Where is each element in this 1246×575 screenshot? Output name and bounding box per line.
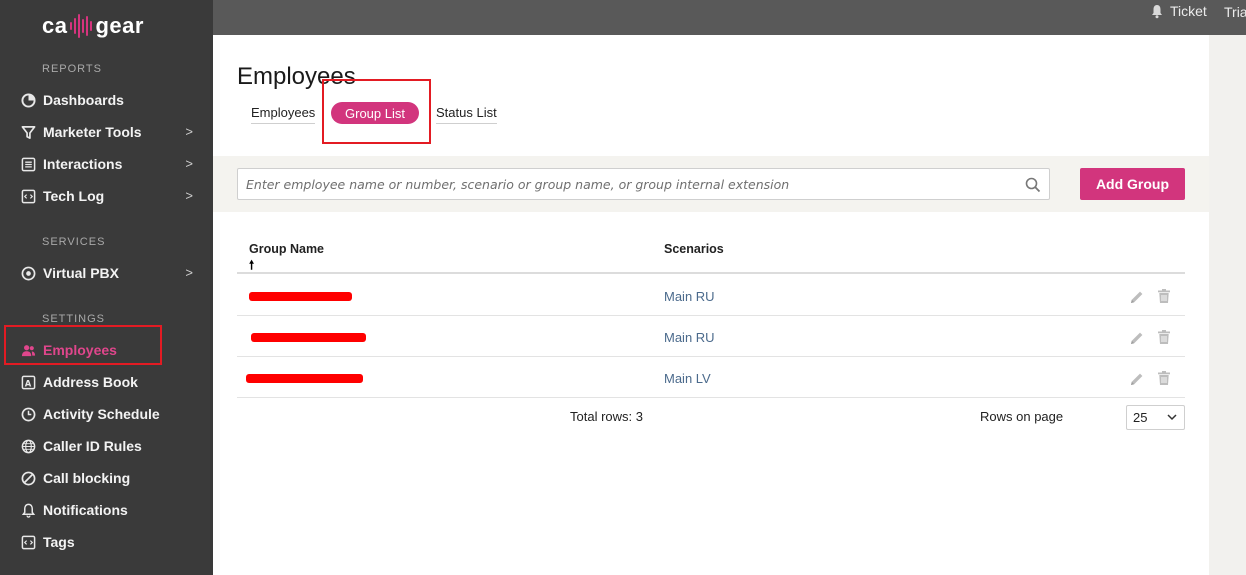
trial-label[interactable]: Tria <box>1224 4 1246 20</box>
sidebar-item-call-blocking[interactable]: Call blocking <box>0 464 213 492</box>
section-services: SERVICES <box>42 236 106 248</box>
search-icon[interactable] <box>1025 177 1041 198</box>
sidebar-item-marketer-tools[interactable]: Marketer Tools > <box>0 118 213 146</box>
add-group-button[interactable]: Add Group <box>1080 168 1185 200</box>
chevron-right-icon: > <box>185 124 193 139</box>
delete-trash-icon[interactable] <box>1157 370 1171 391</box>
pie-chart-icon <box>20 92 36 108</box>
section-settings: SETTINGS <box>42 313 106 325</box>
header-divider <box>237 272 1185 274</box>
svg-text:A: A <box>24 378 31 388</box>
row-divider <box>237 397 1185 398</box>
right-gutter <box>1209 35 1246 575</box>
list-icon <box>20 156 36 172</box>
edit-pencil-icon[interactable] <box>1129 371 1145 392</box>
sidebar-item-label: Activity Schedule <box>43 406 160 422</box>
search-field <box>237 168 1050 200</box>
rows-on-page-label: Rows on page <box>980 409 1064 424</box>
page-title: Employees <box>237 63 356 90</box>
chevron-right-icon: > <box>185 156 193 171</box>
sidebar-item-caller-id-rules[interactable]: Caller ID Rules <box>0 432 213 460</box>
bell-icon <box>20 502 36 518</box>
sidebar-item-label: Address Book <box>43 374 138 390</box>
sidebar-item-label: Employees <box>43 342 117 358</box>
sidebar: ca gear REPORTS Dashboards Marketer Tool… <box>0 0 213 575</box>
code-file-icon <box>20 188 36 204</box>
sidebar-item-address-book[interactable]: A Address Book <box>0 368 213 396</box>
address-book-icon: A <box>20 374 36 390</box>
edit-pencil-icon[interactable] <box>1129 330 1145 351</box>
row-divider <box>237 315 1185 316</box>
sidebar-item-label: Interactions <box>43 156 123 172</box>
rows-on-page-value: 25 <box>1133 410 1148 425</box>
sidebar-item-tech-log[interactable]: Tech Log > <box>0 182 213 210</box>
chevron-right-icon: > <box>185 188 193 203</box>
redacted-group-name <box>251 333 366 342</box>
filter-icon <box>20 124 36 140</box>
logo-text-left: ca <box>42 13 68 38</box>
tab-status-list[interactable]: Status List <box>436 102 497 124</box>
sidebar-item-tags[interactable]: Tags <box>0 528 213 556</box>
sidebar-item-label: Dashboards <box>43 92 124 108</box>
delete-trash-icon[interactable] <box>1157 288 1171 309</box>
users-icon <box>20 342 36 358</box>
clock-icon <box>20 406 36 422</box>
sidebar-item-activity-schedule[interactable]: Activity Schedule <box>0 400 213 428</box>
chevron-right-icon: > <box>185 265 193 280</box>
chevron-down-icon <box>1166 411 1178 426</box>
search-input[interactable] <box>238 169 1008 199</box>
row-scenario[interactable]: Main RU <box>664 289 715 304</box>
sidebar-item-interactions[interactable]: Interactions > <box>0 150 213 178</box>
sidebar-item-label: Virtual PBX <box>43 265 119 281</box>
sidebar-item-virtual-pbx[interactable]: Virtual PBX > <box>0 259 213 287</box>
ticket-label: Ticket <box>1170 3 1207 19</box>
sidebar-item-label: Marketer Tools <box>43 124 142 140</box>
column-header-scenarios: Scenarios <box>664 242 724 256</box>
row-scenario[interactable]: Main LV <box>664 371 711 386</box>
sidebar-item-label: Call blocking <box>43 470 131 486</box>
sidebar-item-label: Notifications <box>43 502 128 518</box>
sidebar-item-dashboards[interactable]: Dashboards <box>0 86 213 114</box>
bell-icon <box>1152 4 1162 18</box>
sidebar-item-notifications[interactable]: Notifications <box>0 496 213 524</box>
redacted-group-name <box>246 374 363 383</box>
topbar: Ticket Tria <box>213 0 1246 35</box>
rows-on-page-select[interactable]: 25 <box>1126 405 1185 430</box>
tab-group-list[interactable]: Group List <box>331 102 419 124</box>
delete-trash-icon[interactable] <box>1157 329 1171 350</box>
globe-icon <box>20 438 36 454</box>
sidebar-item-employees[interactable]: Employees <box>0 336 213 364</box>
sidebar-item-label: Tags <box>43 534 75 550</box>
column-header-group-name[interactable]: Group Name <box>249 242 324 256</box>
logo-wave-icon <box>70 13 93 39</box>
sidebar-item-label: Tech Log <box>43 188 105 204</box>
redacted-group-name <box>249 292 352 301</box>
tab-employees[interactable]: Employees <box>251 102 316 124</box>
block-icon <box>20 470 36 486</box>
ticket-link[interactable]: Ticket <box>1150 3 1207 19</box>
tag-file-icon <box>20 534 36 550</box>
pbx-icon <box>20 265 36 281</box>
edit-pencil-icon[interactable] <box>1129 289 1145 310</box>
row-scenario[interactable]: Main RU <box>664 330 715 345</box>
section-reports: REPORTS <box>42 63 102 75</box>
row-divider <box>237 356 1185 357</box>
sidebar-item-label: Caller ID Rules <box>43 438 142 454</box>
total-rows: Total rows: 3 <box>570 409 643 424</box>
logo-text-right: gear <box>95 13 144 38</box>
calltouch-logo[interactable]: ca gear <box>42 11 144 41</box>
